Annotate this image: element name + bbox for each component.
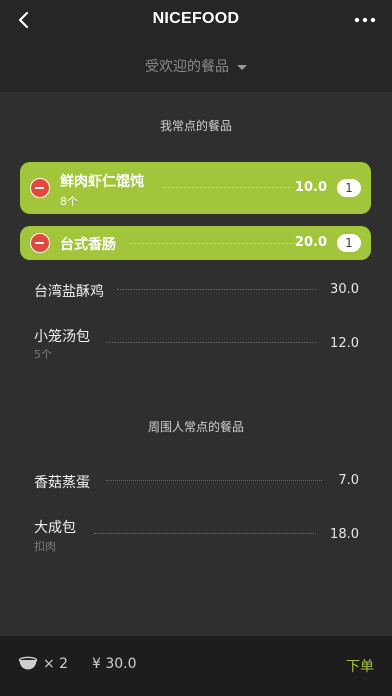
section-title-nearby-favorites: 周围人常点的餐品 bbox=[147, 420, 244, 434]
item-detail: 8个 bbox=[60, 195, 78, 208]
menu-item[interactable]: 台湾盐酥鸡 30.0 bbox=[20, 278, 371, 302]
item-price: 30.0 bbox=[330, 282, 359, 297]
place-order-button[interactable]: 下单 bbox=[346, 656, 374, 676]
dotted-leader bbox=[163, 187, 289, 188]
quantity-badge: 1 bbox=[337, 234, 361, 252]
item-price: 7.0 bbox=[338, 473, 359, 488]
item-detail: 扣肉 bbox=[34, 540, 56, 553]
menu-item[interactable]: 大成包 扣肉 18.0 bbox=[20, 515, 371, 555]
remove-item-icon[interactable] bbox=[30, 178, 50, 198]
top-bar: NICEFOOD 受欢迎的餐品 bbox=[0, 0, 392, 92]
item-price: 10.0 bbox=[294, 180, 327, 195]
item-price: 20.0 bbox=[294, 235, 327, 250]
cart-total: ¥ 30.0 bbox=[92, 656, 137, 672]
bowl-icon bbox=[18, 656, 38, 670]
item-name: 香菇蒸蛋 bbox=[34, 475, 90, 491]
category-filter-dropdown[interactable]: 受欢迎的餐品 bbox=[0, 56, 392, 76]
menu-item-selected[interactable]: 鲜肉虾仁馄饨 8个 10.0 1 bbox=[20, 162, 371, 214]
remove-item-icon[interactable] bbox=[30, 233, 50, 253]
cart-bar: × 2 ¥ 30.0 下单 bbox=[0, 636, 392, 696]
dotted-leader bbox=[106, 480, 322, 481]
more-dots-icon[interactable] bbox=[354, 12, 376, 28]
item-name: 小笼汤包 bbox=[34, 329, 90, 345]
dotted-leader bbox=[94, 533, 316, 534]
cart-count: × 2 bbox=[43, 656, 69, 672]
item-price: 12.0 bbox=[330, 336, 359, 351]
item-name: 鲜肉虾仁馄饨 bbox=[60, 174, 144, 190]
menu-item[interactable]: 小笼汤包 5个 12.0 bbox=[20, 324, 371, 364]
section-title-my-favorites: 我常点的餐品 bbox=[159, 119, 232, 133]
caret-down-icon bbox=[237, 64, 247, 70]
menu-item-selected[interactable]: 台式香肠 20.0 1 bbox=[20, 226, 371, 260]
item-price: 18.0 bbox=[330, 527, 359, 542]
app-title: NICEFOOD bbox=[152, 10, 240, 27]
item-name: 台式香肠 bbox=[60, 237, 116, 253]
filter-label: 受欢迎的餐品 bbox=[145, 59, 229, 75]
menu-item[interactable]: 香菇蒸蛋 7.0 bbox=[20, 469, 371, 493]
quantity-badge: 1 bbox=[337, 179, 361, 197]
item-name: 台湾盐酥鸡 bbox=[34, 284, 104, 300]
dotted-leader bbox=[130, 243, 296, 244]
item-detail: 5个 bbox=[34, 348, 52, 361]
item-name: 大成包 bbox=[34, 520, 76, 536]
dotted-leader bbox=[117, 289, 317, 290]
dotted-leader bbox=[106, 342, 317, 343]
